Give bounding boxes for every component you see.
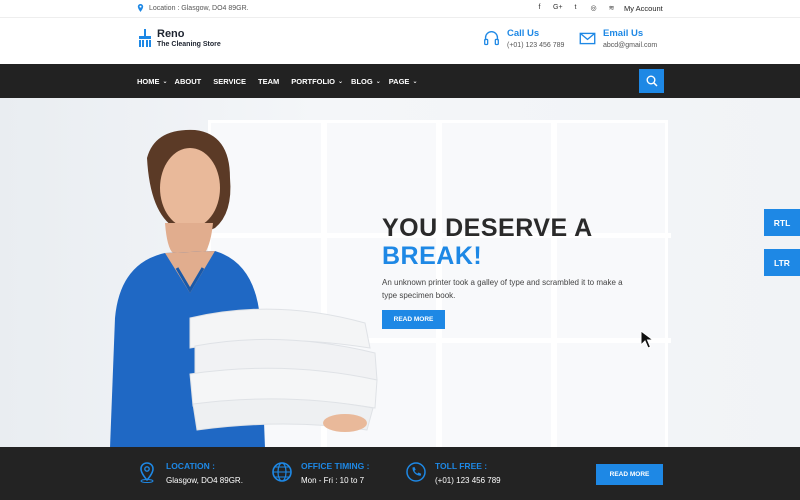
globe-icon bbox=[272, 462, 292, 482]
search-icon bbox=[646, 75, 658, 87]
mouse-cursor-icon bbox=[640, 330, 655, 349]
call-us-number[interactable]: (+01) 123 456 789 bbox=[507, 40, 564, 52]
map-pin-icon bbox=[137, 4, 144, 12]
nav-item-page[interactable]: PAGE ⌄ bbox=[389, 77, 418, 86]
main-nav: HOME ⌄ ABOUT SERVICE TEAM PORTFOLIO ⌄ BLOG… bbox=[0, 64, 800, 98]
nav-item-service[interactable]: SERVICE bbox=[213, 77, 246, 86]
email-us-block: Email Us abcd@gmail.com bbox=[579, 28, 657, 52]
footer-office-timing: OFFICE TIMING : Mon - Fri : 10 to 7 bbox=[271, 459, 369, 488]
chevron-down-icon: ⌄ bbox=[412, 78, 418, 85]
call-us-title: Call Us bbox=[507, 28, 540, 39]
ltr-button[interactable]: LTR bbox=[764, 249, 800, 276]
nav-item-portfolio[interactable]: PORTFOLIO ⌄ bbox=[291, 77, 343, 86]
hero-section: YOU DESERVE A BREAK! An unknown printer … bbox=[0, 98, 800, 447]
footer-read-more-button[interactable]: READ MORE bbox=[596, 464, 663, 485]
twitter-icon[interactable]: t bbox=[571, 4, 580, 12]
info-footer: LOCATION : Glasgow, DO4 89GR. OFFICE TIM… bbox=[0, 447, 800, 500]
footer-timing-value: Mon - Fri : 10 to 7 bbox=[301, 476, 365, 485]
google-plus-icon[interactable]: G+ bbox=[553, 4, 563, 12]
brand-tagline: The Cleaning Store bbox=[157, 41, 221, 48]
hero-title-line1: YOU DESERVE A bbox=[382, 214, 593, 242]
facebook-icon[interactable]: f bbox=[535, 4, 544, 12]
nav-item-team[interactable]: TEAM bbox=[258, 77, 279, 86]
footer-toll-label: TOLL FREE : bbox=[435, 461, 488, 471]
search-button[interactable] bbox=[639, 69, 664, 93]
footer-location: LOCATION : Glasgow, DO4 89GR. bbox=[136, 459, 243, 488]
nav-item-about[interactable]: ABOUT bbox=[175, 77, 202, 86]
rss-icon[interactable]: ≋ bbox=[607, 4, 616, 12]
phone-icon bbox=[406, 462, 426, 482]
footer-toll-free: TOLL FREE : (+01) 123 456 789 bbox=[405, 459, 501, 488]
hero-title-line2: BREAK! bbox=[382, 242, 483, 270]
top-bar: Location : Glasgow, DO4 89GR. f G+ t ◎ ≋… bbox=[0, 0, 800, 18]
social-links: f G+ t ◎ ≋ bbox=[535, 4, 616, 12]
footer-location-value: Glasgow, DO4 89GR. bbox=[166, 476, 243, 485]
email-us-title: Email Us bbox=[603, 28, 644, 39]
cleaning-woman-image bbox=[110, 129, 378, 447]
chevron-down-icon: ⌄ bbox=[162, 78, 168, 85]
call-us-block: Call Us (+01) 123 456 789 bbox=[483, 28, 564, 52]
top-location: Location : Glasgow, DO4 89GR. bbox=[137, 4, 249, 12]
brand-name: Reno bbox=[157, 28, 185, 40]
instagram-icon[interactable]: ◎ bbox=[589, 4, 598, 12]
email-us-address[interactable]: abcd@gmail.com bbox=[603, 40, 657, 52]
hero-read-more-button[interactable]: READ MORE bbox=[382, 310, 445, 329]
broom-logo-icon bbox=[139, 29, 151, 47]
nav-item-blog[interactable]: BLOG ⌄ bbox=[351, 77, 381, 86]
chevron-down-icon: ⌄ bbox=[338, 78, 344, 85]
nav-item-home[interactable]: HOME ⌄ bbox=[137, 77, 168, 86]
site-header: Reno The Cleaning Store Call Us (+01) 12… bbox=[0, 18, 800, 64]
logo[interactable]: Reno The Cleaning Store bbox=[137, 29, 221, 50]
hero-description: An unknown printer took a galley of type… bbox=[382, 278, 623, 300]
map-pin-icon bbox=[140, 462, 154, 483]
my-account-link[interactable]: My Account bbox=[624, 4, 663, 13]
chevron-down-icon: ⌄ bbox=[375, 78, 381, 85]
top-location-text: Location : Glasgow, DO4 89GR. bbox=[149, 4, 249, 12]
rtl-button[interactable]: RTL bbox=[764, 209, 800, 236]
headset-icon bbox=[484, 31, 499, 46]
footer-timing-label: OFFICE TIMING : bbox=[301, 461, 370, 471]
footer-location-label: LOCATION : bbox=[166, 461, 215, 471]
envelope-icon bbox=[579, 32, 596, 45]
footer-toll-value: (+01) 123 456 789 bbox=[435, 476, 501, 485]
